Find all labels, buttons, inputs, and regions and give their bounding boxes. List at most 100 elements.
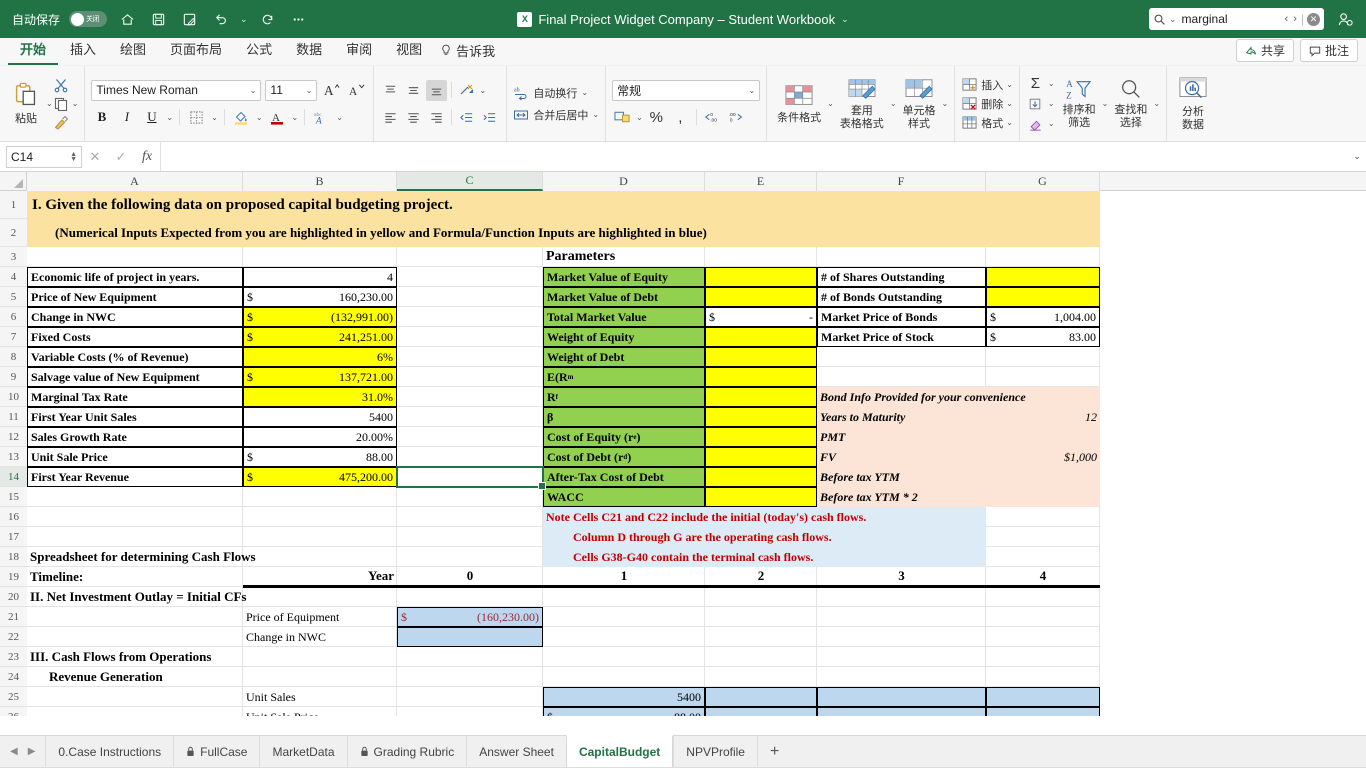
ribbon-tab-review[interactable]: 审阅 (334, 37, 384, 65)
bond-info-value-13[interactable]: $1,000 (986, 447, 1100, 467)
input-value-5[interactable]: $160,230.00 (243, 287, 397, 307)
input-value-14[interactable]: $475,200.00 (243, 467, 397, 487)
row-header-8[interactable]: 8 (0, 347, 27, 367)
autosum-button[interactable]: Σ ⌄ (1026, 75, 1055, 92)
bond-info-value-11[interactable]: 12 (986, 407, 1100, 427)
format-cells-caret-icon[interactable]: ⌄ (1006, 118, 1013, 127)
underline-caret-icon[interactable]: ⌄ (166, 113, 173, 122)
row-header-23[interactable]: 23 (0, 647, 27, 667)
input-label-14[interactable]: First Year Revenue (27, 467, 243, 487)
param-value-5[interactable] (705, 287, 817, 307)
bond-info-label-11[interactable]: Years to Maturity (817, 407, 986, 427)
grid-cell-E23[interactable] (705, 647, 817, 667)
autosum-caret-icon[interactable]: ⌄ (1048, 79, 1055, 88)
grid-cell-C15[interactable] (397, 487, 543, 507)
align-right-icon[interactable] (426, 107, 447, 128)
grid-cell-C4[interactable] (397, 267, 543, 287)
timeline-year-2[interactable]: 2 (705, 567, 817, 587)
grid-cell-F23[interactable] (817, 647, 986, 667)
cashflow-value-g26[interactable] (986, 707, 1100, 716)
sort-filter-caret-icon[interactable]: ⌄ (1102, 99, 1109, 108)
grid-cell-G21[interactable] (986, 607, 1100, 627)
font-size-combo[interactable]: 11 ⌄ (265, 79, 318, 101)
merge-center-caret-icon[interactable]: ⌄ (592, 110, 599, 119)
wrap-text-caret-icon[interactable]: ⌄ (581, 88, 588, 97)
clear-icon[interactable] (1026, 115, 1045, 132)
search-next-button[interactable]: › (1292, 13, 1298, 25)
sheet-tab-capitalbudget[interactable]: CapitalBudget (565, 735, 674, 767)
param-right-value-6[interactable]: $1,004.00 (986, 307, 1100, 327)
copy-dropdown-caret-icon[interactable]: ⌄ (72, 99, 79, 108)
grid-cell-E21[interactable] (705, 607, 817, 627)
font-color-icon[interactable]: A (267, 107, 288, 128)
format-painter-button[interactable] (53, 115, 79, 131)
grid-cell-D24[interactable] (543, 667, 705, 687)
formula-input[interactable] (160, 142, 1348, 171)
input-label-12[interactable]: Sales Growth Rate (27, 427, 243, 447)
search-prev-button[interactable]: ‹ (1284, 13, 1290, 25)
grid-cell-A26[interactable] (27, 707, 243, 716)
wrap-text-button[interactable]: ab 自动换行 ⌄ (513, 85, 599, 101)
ribbon-tab-insert[interactable]: 插入 (58, 37, 108, 65)
account-icon[interactable] (1334, 8, 1356, 30)
redo-icon[interactable] (257, 8, 279, 30)
find-select-caret-icon[interactable]: ⌄ (1153, 99, 1160, 108)
fill-color-icon[interactable] (231, 107, 252, 128)
input-label-13[interactable]: Unit Sale Price (27, 447, 243, 467)
param-right-value-5[interactable] (986, 287, 1100, 307)
grid-cell-D21[interactable] (543, 607, 705, 627)
cashflow-value-c22[interactable] (397, 627, 543, 647)
column-header-a[interactable]: A (27, 172, 243, 191)
cashflow-label-21[interactable]: Price of Equipment (243, 607, 397, 627)
borders-caret-icon[interactable]: ⌄ (211, 113, 218, 122)
name-box[interactable]: C14 ▲ ▼ (6, 145, 82, 168)
row-header-13[interactable]: 13 (0, 447, 27, 467)
input-value-13[interactable]: $88.00 (243, 447, 397, 467)
bond-info-label-12[interactable]: PMT (817, 427, 986, 447)
search-box[interactable]: ⌄ ‹ › | ✕ (1149, 8, 1324, 30)
search-dropdown-caret-icon[interactable]: ⌄ (1169, 14, 1177, 25)
fill-down-icon[interactable] (1026, 95, 1045, 112)
grid-cell-F22[interactable] (817, 627, 986, 647)
input-label-8[interactable]: Variable Costs (% of Revenue) (27, 347, 243, 367)
input-label-9[interactable]: Salvage value of New Equipment (27, 367, 243, 387)
row-header-5[interactable]: 5 (0, 287, 27, 307)
input-label-11[interactable]: First Year Unit Sales (27, 407, 243, 427)
comments-button[interactable]: 批注 (1299, 39, 1358, 62)
grid-cell-E22[interactable] (705, 627, 817, 647)
grid-cell-B17[interactable] (243, 527, 397, 547)
previous-sheet-icon[interactable]: ◀ (10, 746, 18, 757)
select-all-corner[interactable] (0, 172, 27, 191)
cashflow-label-25[interactable]: Unit Sales (243, 687, 397, 707)
param-value-11[interactable] (705, 407, 817, 427)
column-header-e[interactable]: E (705, 172, 817, 191)
number-format-combo[interactable]: 常规 ⌄ (612, 79, 761, 101)
column-header-c[interactable]: C (397, 172, 543, 191)
param-value-12[interactable] (705, 427, 817, 447)
paste-dropdown-caret-icon[interactable]: ⌄ (46, 99, 53, 108)
column-header-d[interactable]: D (543, 172, 705, 191)
grid-cell-E24[interactable] (705, 667, 817, 687)
param-label-10[interactable]: Rf (543, 387, 705, 407)
find-select-button[interactable]: 查找和 选择 (1110, 78, 1151, 129)
grid-cell-E20[interactable] (705, 587, 817, 607)
row-header-19[interactable]: 19 (0, 567, 27, 587)
param-label-6[interactable]: Total Market Value (543, 307, 705, 327)
format-as-table-button[interactable]: 套用 表格格式 (836, 66, 888, 141)
bond-info-label-14[interactable]: Before tax YTM (817, 467, 986, 487)
input-value-4[interactable]: 4 (243, 267, 397, 287)
input-label-10[interactable]: Marginal Tax Rate (27, 387, 243, 407)
cashflow-value-d25[interactable]: 5400 (543, 687, 705, 707)
param-label-8[interactable]: Weight of Debt (543, 347, 705, 367)
underline-button[interactable]: U (141, 107, 162, 128)
copy-button[interactable]: ⌄ (53, 96, 79, 112)
accounting-caret-icon[interactable]: ⌄ (636, 113, 643, 122)
input-value-8[interactable]: 6% (243, 347, 397, 367)
grid-cell-D22[interactable] (543, 627, 705, 647)
cashflow-value-e26[interactable] (705, 707, 817, 716)
next-sheet-icon[interactable]: ▶ (28, 746, 36, 757)
param-right-label-7[interactable]: Market Price of Stock (817, 327, 986, 347)
grid-cell-C9[interactable] (397, 367, 543, 387)
row-header-15[interactable]: 15 (0, 487, 27, 507)
cashflow-label-22[interactable]: Change in NWC (243, 627, 397, 647)
